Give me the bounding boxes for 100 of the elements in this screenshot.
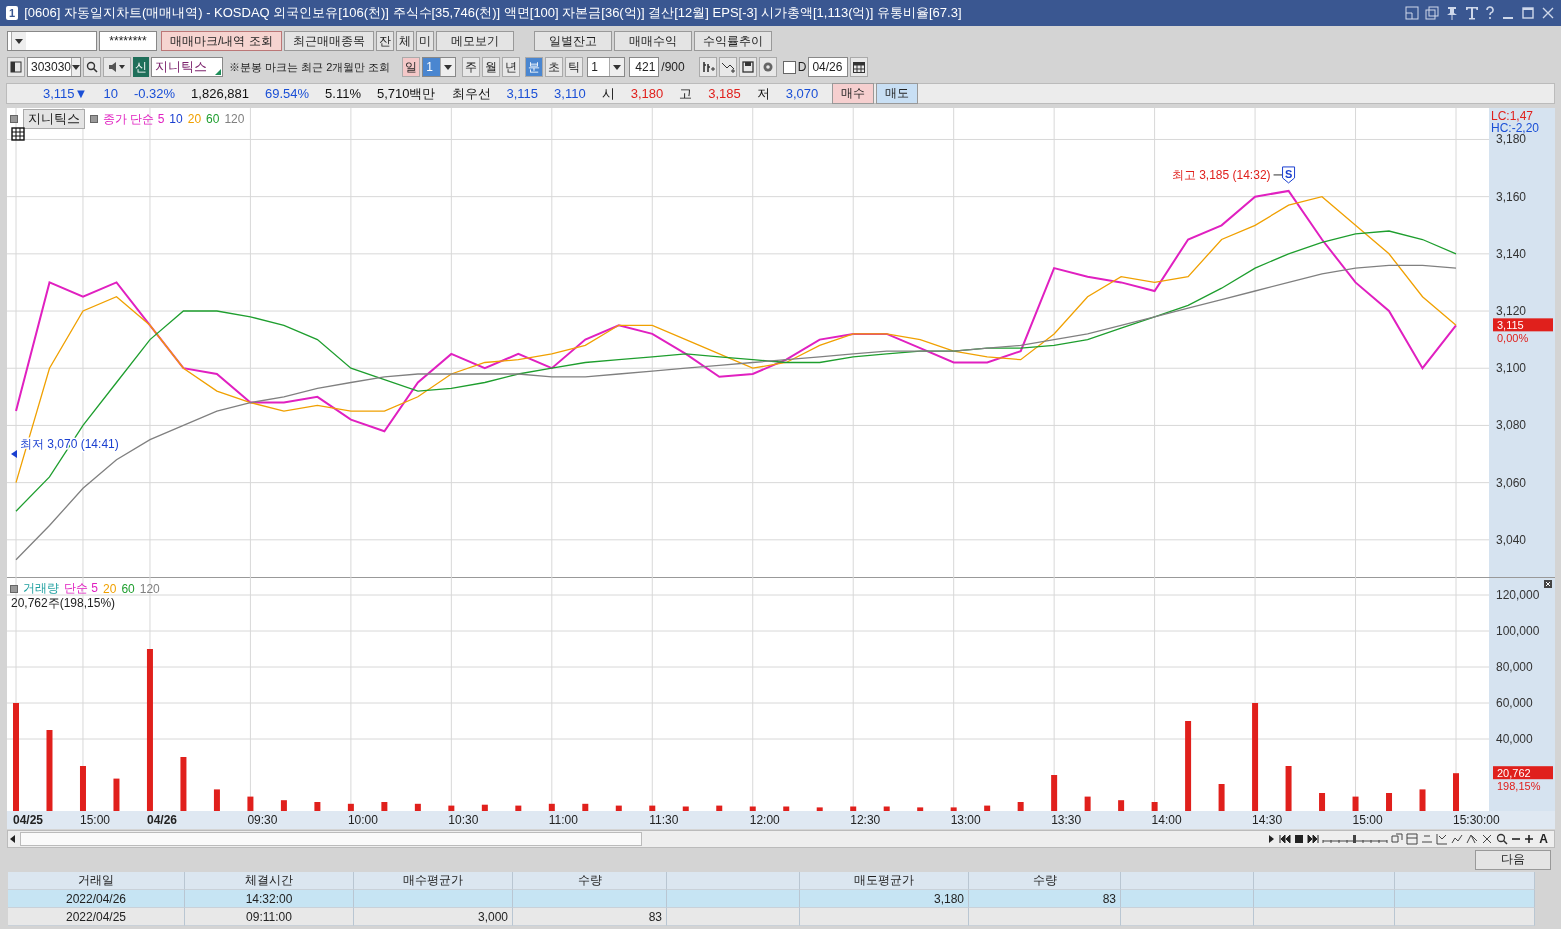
legend-label: 20 [103, 581, 117, 596]
quote-value: -0.32% [132, 86, 177, 101]
quote-value: 1,826,881 [190, 86, 250, 101]
volume-bar [1419, 789, 1426, 811]
close-icon[interactable] [1541, 6, 1555, 20]
quote-value: 69.54% [263, 86, 311, 101]
toolbar-button[interactable]: 매매마크/내역 조회 [161, 31, 282, 51]
axis-label: 12:30 [850, 813, 881, 827]
panel-button[interactable] [7, 57, 25, 77]
signal-marker[interactable]: S [1282, 166, 1296, 184]
interval-field[interactable]: 1 [587, 57, 626, 77]
scroll-thumb[interactable] [20, 832, 642, 846]
tool-button[interactable] [738, 57, 757, 77]
account-field[interactable] [7, 31, 97, 51]
axis-label: 3,040 [1496, 532, 1527, 547]
line-tool-icon[interactable] [1481, 833, 1494, 845]
toolbar-button[interactable]: 미 [415, 31, 434, 51]
font-button[interactable]: A [1537, 832, 1550, 846]
volume-readout: 20,762주(198,15%) [11, 595, 116, 612]
toolbar-button[interactable]: 체 [395, 31, 414, 51]
maximize-icon[interactable] [1521, 6, 1535, 20]
layout-icon[interactable] [1391, 833, 1404, 845]
layout-icon[interactable] [1406, 833, 1419, 845]
sell-button[interactable]: 매도 [876, 83, 919, 104]
first-icon[interactable] [1279, 834, 1292, 844]
pin-icon[interactable] [1445, 6, 1459, 20]
day-count: 1 [426, 60, 434, 74]
toolbar-button[interactable]: 잔 [375, 31, 394, 51]
toolbar-button[interactable]: 최근매매종목 [283, 31, 374, 51]
period-tab[interactable]: 월 [482, 57, 501, 77]
date-field[interactable]: 04/26 [808, 57, 849, 77]
left-arrow-icon[interactable] [8, 834, 18, 844]
column-header[interactable]: 거래일 [8, 872, 185, 890]
line-tool-icon[interactable] [1436, 833, 1449, 845]
column-header[interactable]: 매수평균가 [354, 872, 513, 890]
table-icon[interactable] [11, 127, 25, 141]
count-field[interactable]: 421 [629, 57, 660, 77]
toolbar-button[interactable]: 일별잔고 [533, 31, 612, 51]
font-icon[interactable] [1465, 6, 1479, 20]
period-tab[interactable]: 초 [545, 57, 564, 77]
axis-label: 3,080 [1496, 418, 1527, 433]
line-tool-icon[interactable] [1466, 833, 1479, 845]
speaker-icon [109, 62, 119, 72]
stock-name-field[interactable]: 지니틱스 [151, 57, 223, 77]
password-field[interactable]: ******** [99, 31, 157, 51]
quote-value: 3,070 [784, 86, 820, 101]
axis-label: 15:00 [1352, 813, 1383, 827]
column-header[interactable]: 체결시간 [185, 872, 354, 890]
axis-label: 3,160 [1496, 189, 1527, 204]
axis-label: 3,060 [1496, 475, 1527, 490]
indicator-button[interactable]: 지니틱스 [23, 109, 85, 129]
tool-button[interactable] [758, 57, 777, 77]
column-header[interactable]: 매도평균가 [800, 872, 969, 890]
calendar-button[interactable] [850, 57, 869, 77]
column-header[interactable]: 수량 [513, 872, 667, 890]
buy-button[interactable]: 매수 [832, 83, 875, 104]
period-tab[interactable]: 일 [402, 57, 421, 77]
column-header[interactable]: 수량 [969, 872, 1121, 890]
axis-label: 40,000 [1496, 732, 1533, 746]
legend-label: 단순 5 [64, 580, 98, 597]
period-tab[interactable]: 주 [462, 57, 481, 77]
axis-label: 100,000 [1496, 624, 1540, 638]
table-cell: 3,180 [800, 890, 969, 908]
axis-label: 10:00 [347, 813, 378, 827]
next-button[interactable]: 다음 [1475, 849, 1551, 870]
last-icon[interactable] [1307, 834, 1320, 844]
speaker-button[interactable] [103, 57, 131, 77]
axis-label: 14:00 [1151, 813, 1182, 827]
windows-icon[interactable] [1425, 6, 1439, 20]
quote-value: 최우선 [450, 84, 492, 103]
scroll-bar[interactable]: A [7, 830, 1555, 848]
line-tool-icon[interactable] [1451, 833, 1464, 845]
search-button[interactable] [83, 57, 101, 77]
table-cell: 83 [969, 890, 1121, 908]
tool-button[interactable] [718, 57, 737, 77]
volume-bar [1118, 800, 1125, 811]
period-tab[interactable]: 년 [502, 57, 521, 77]
toolbar-button[interactable]: 수익률추이 [693, 31, 772, 51]
volume-bar [1453, 773, 1459, 811]
stop-icon[interactable] [1294, 834, 1305, 844]
plus-icon[interactable] [1524, 834, 1535, 844]
search-icon [86, 61, 98, 73]
period-tab[interactable]: 틱 [565, 57, 584, 77]
search-icon[interactable] [1496, 833, 1509, 845]
quote-value: 5,710백만 [375, 84, 437, 103]
slider-icon[interactable] [1322, 834, 1389, 844]
volume-bar [548, 803, 555, 811]
window-title: [0606] 자동일지차트(매매내역) - KOSDAQ 외국인보유[106(천)] 주식수[35,746(천)] 액면[100] 자본금[36(억)] 결산[12월] EPS[-3] 시가총액[1,113(억)] 유통비율[67.3] [24, 4, 963, 22]
caret-icon [119, 65, 125, 69]
note-text: ※분봉 마크는 최근 2개월만 조회 [229, 59, 391, 75]
toolbar-button[interactable]: 매매수익 [613, 31, 692, 51]
day-count-field[interactable]: 1 [422, 57, 457, 77]
volume-bar [1352, 796, 1359, 811]
help-icon[interactable] [1485, 6, 1495, 20]
checkbox[interactable] [782, 60, 796, 74]
toolbar-button[interactable]: 메모보기 [435, 31, 514, 51]
period-tab[interactable]: 분 [525, 57, 544, 77]
axis-label: 10:30 [448, 813, 479, 827]
stock-code-field[interactable]: 303030 [27, 57, 81, 77]
tool-button[interactable] [698, 57, 717, 77]
